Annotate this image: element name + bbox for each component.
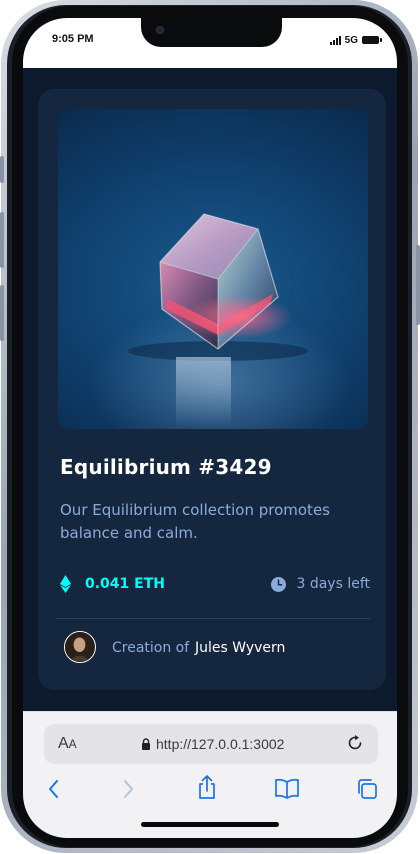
volume-down-button bbox=[0, 285, 4, 341]
notch bbox=[141, 18, 282, 47]
browser-chrome: AA http://127.0.0.1:3002 bbox=[23, 711, 397, 838]
network-label: 5G bbox=[344, 34, 358, 46]
clock-icon bbox=[271, 577, 286, 592]
glass-cube-illustration bbox=[128, 213, 308, 427]
status-indicators: 5G bbox=[329, 34, 382, 46]
nft-stats: 0.041 ETH 3 days left bbox=[60, 573, 370, 597]
share-icon[interactable] bbox=[197, 774, 217, 800]
address-bar[interactable]: AA http://127.0.0.1:3002 bbox=[44, 724, 378, 764]
time-left: 3 days left bbox=[296, 576, 370, 592]
reload-icon[interactable] bbox=[346, 734, 364, 752]
silent-switch bbox=[0, 156, 4, 183]
nft-title[interactable]: Equilibrium #3429 bbox=[60, 455, 272, 479]
signal-bars-icon bbox=[329, 35, 341, 45]
back-icon[interactable] bbox=[47, 778, 61, 800]
nft-card: Equilibrium #3429 Our Equilibrium collec… bbox=[38, 89, 386, 690]
front-camera bbox=[156, 26, 164, 34]
creator-prefix: Creation of bbox=[112, 640, 190, 656]
ethereum-icon bbox=[60, 575, 71, 593]
lock-icon bbox=[142, 738, 150, 750]
creator-name-link[interactable]: Jules Wyvern bbox=[195, 640, 285, 656]
bookmarks-icon[interactable] bbox=[274, 778, 300, 800]
url-text[interactable]: http://127.0.0.1:3002 bbox=[156, 736, 284, 752]
nft-description: Our Equilibrium collection promotes bala… bbox=[60, 501, 330, 542]
creator-row: Creation of Jules Wyvern bbox=[64, 631, 364, 667]
tabs-icon[interactable] bbox=[356, 778, 378, 800]
card-divider bbox=[56, 618, 370, 619]
text-size-button[interactable]: AA bbox=[58, 735, 77, 753]
avatar bbox=[64, 631, 96, 663]
volume-up-button bbox=[0, 212, 4, 268]
power-button bbox=[416, 245, 420, 325]
nft-image[interactable] bbox=[58, 109, 368, 429]
status-bar: 9:05 PM 5G bbox=[23, 18, 397, 68]
browser-toolbar bbox=[23, 774, 397, 808]
battery-icon bbox=[362, 36, 382, 44]
nft-price: 0.041 ETH bbox=[85, 576, 165, 592]
home-indicator bbox=[141, 822, 279, 827]
forward-icon[interactable] bbox=[121, 778, 135, 800]
phone-screen: 9:05 PM 5G Equilibrium #3429 Our Equilib… bbox=[23, 18, 397, 838]
status-time: 9:05 PM bbox=[52, 33, 94, 45]
web-page: Equilibrium #3429 Our Equilibrium collec… bbox=[23, 68, 397, 711]
